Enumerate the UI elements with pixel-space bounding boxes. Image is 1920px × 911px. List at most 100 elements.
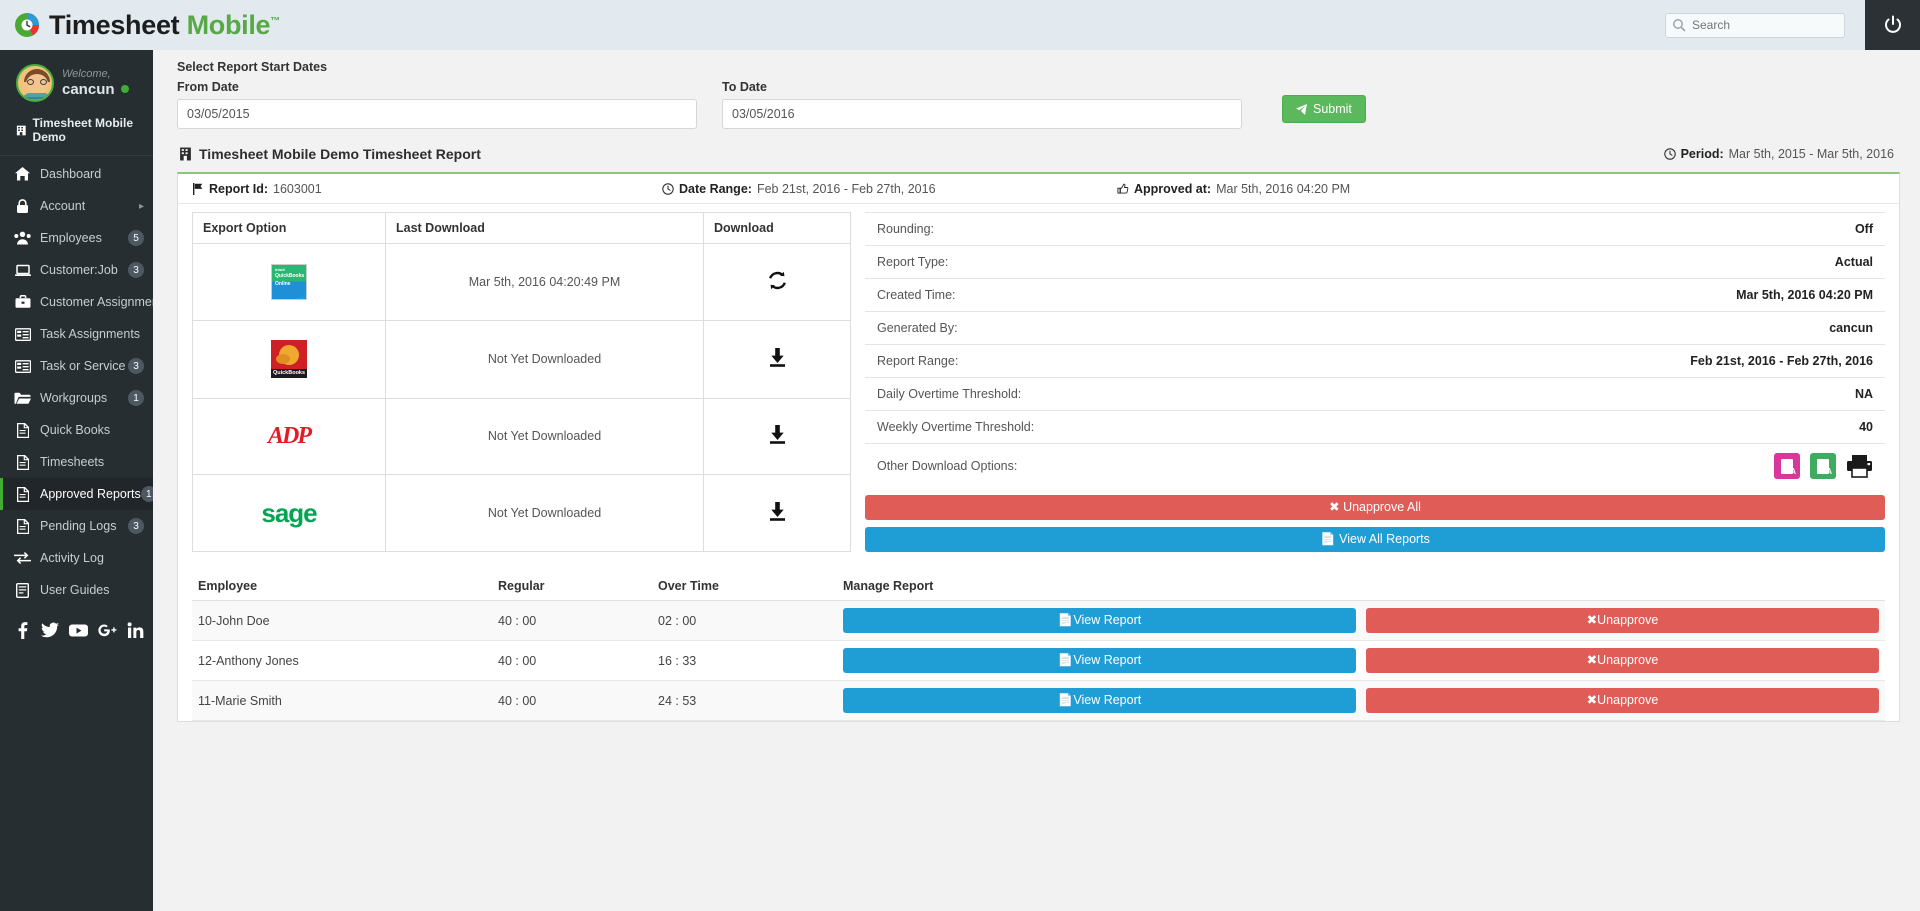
sidebar-item-badge: 3 [128, 518, 144, 534]
clock-icon [662, 183, 674, 195]
download-icon[interactable] [767, 501, 788, 522]
report-info-row: Weekly Overtime Threshold:40 [865, 411, 1885, 444]
unapprove-label: Unapprove [1597, 693, 1658, 707]
sidebar-item-label: Dashboard [40, 167, 101, 181]
sidebar-item-quick-books[interactable]: Quick Books [0, 414, 153, 446]
download-action-cell[interactable] [704, 244, 851, 321]
sidebar-item-label: Activity Log [40, 551, 104, 565]
user-profile-block[interactable]: Welcome, cancun [0, 50, 153, 112]
submit-button[interactable]: Submit [1282, 95, 1366, 123]
download-action-cell[interactable] [704, 398, 851, 475]
from-date-input[interactable] [177, 99, 697, 129]
unapprove-button[interactable]: ✖Unapprove [1366, 608, 1879, 633]
sidebar-item-dashboard[interactable]: Dashboard [0, 158, 153, 190]
view-report-button[interactable]: 📄View Report [843, 608, 1356, 633]
print-icon[interactable] [1846, 454, 1873, 478]
emp-col-overtime: Over Time [652, 572, 837, 601]
sidebar-item-label: Customer Assignments [40, 295, 153, 309]
unapprove-button[interactable]: ✖Unapprove [1366, 648, 1879, 673]
download-action-cell[interactable] [704, 475, 851, 552]
report-info-row: Generated By:cancun [865, 312, 1885, 345]
sidebar-item-pending-logs[interactable]: Pending Logs3 [0, 510, 153, 542]
manage-report-cell: 📄View Report ✖Unapprove [837, 641, 1885, 681]
list-icon [14, 360, 31, 373]
brand-title: Timesheet Mobile™ [49, 10, 280, 41]
sidebar-item-customer-job[interactable]: Customer:Job3 [0, 254, 153, 286]
brand-trademark: ™ [270, 16, 280, 27]
youtube-icon[interactable] [69, 622, 88, 639]
download-action-cell[interactable] [704, 320, 851, 398]
googleplus-icon[interactable] [98, 622, 117, 639]
file-icon: 📄 [1320, 532, 1336, 546]
refresh-icon[interactable] [767, 270, 788, 291]
twitter-icon[interactable] [41, 622, 59, 639]
export-option-cell: intuitQuickBooksOnline [193, 244, 386, 321]
sidebar-item-customer-assignments[interactable]: Customer Assignments [0, 286, 153, 318]
download-icon[interactable] [767, 347, 788, 368]
report-id-group: Report Id:1603001 [192, 182, 662, 196]
timesheet-mobile-logo-icon [14, 12, 40, 38]
search-box[interactable] [1665, 13, 1845, 38]
sidebar-item-label: Task Assignments [40, 327, 140, 341]
last-download-cell: Not Yet Downloaded [386, 475, 704, 552]
download-icon[interactable] [767, 424, 788, 445]
linkedin-icon[interactable] [127, 622, 144, 639]
company-name-row[interactable]: Timesheet Mobile Demo [0, 112, 153, 156]
power-icon [1883, 15, 1903, 35]
manage-report-cell: 📄View Report ✖Unapprove [837, 601, 1885, 641]
home-icon [14, 167, 31, 181]
unapprove-button[interactable]: ✖Unapprove [1366, 688, 1879, 713]
sidebar-item-workgroups[interactable]: Workgroups1 [0, 382, 153, 414]
export-col-option: Export Option [193, 213, 386, 244]
logout-power-button[interactable] [1865, 0, 1920, 50]
sidebar-item-timesheets[interactable]: Timesheets [0, 446, 153, 478]
report-period-group: Period: Mar 5th, 2015 - Mar 5th, 2016 [1664, 147, 1894, 161]
unapprove-all-icon: ✖ [1329, 500, 1339, 514]
brand-logo-area[interactable]: Timesheet Mobile™ [0, 10, 280, 41]
approved-at-group: Approved at:Mar 5th, 2016 04:20 PM [1117, 182, 1350, 196]
sidebar-item-task-assignments[interactable]: Task Assignments [0, 318, 153, 350]
unapprove-label: Unapprove [1597, 653, 1658, 667]
to-date-input[interactable] [722, 99, 1242, 129]
view-all-reports-button[interactable]: 📄 View All Reports [865, 527, 1885, 552]
sidebar-item-activity-log[interactable]: Activity Log [0, 542, 153, 574]
view-report-label: View Report [1073, 613, 1141, 627]
view-report-button[interactable]: 📄View Report [843, 688, 1356, 713]
to-date-label: To Date [722, 80, 1242, 94]
from-date-label: From Date [177, 80, 697, 94]
submit-button-label: Submit [1313, 102, 1352, 116]
report-period-label: Period: [1681, 147, 1724, 161]
report-period-value: Mar 5th, 2015 - Mar 5th, 2016 [1729, 147, 1894, 161]
export-excel-icon[interactable]: A [1810, 453, 1836, 479]
view-report-button[interactable]: 📄View Report [843, 648, 1356, 673]
sidebar-item-label: Timesheets [40, 455, 104, 469]
facebook-icon[interactable] [14, 622, 31, 639]
date-range-value: Feb 21st, 2016 - Feb 27th, 2016 [757, 182, 936, 196]
welcome-label: Welcome, [62, 68, 129, 81]
sidebar-item-task-or-service[interactable]: Task or Service3 [0, 350, 153, 382]
sidebar-item-account[interactable]: Account▸ [0, 190, 153, 222]
unapprove-all-button[interactable]: ✖ Unapprove All [865, 495, 1885, 520]
report-info-label: Generated By: [865, 312, 1341, 345]
view-report-label: View Report [1073, 653, 1141, 667]
report-info-value: Mar 5th, 2016 04:20 PM [1341, 279, 1885, 312]
sidebar-item-badge: 1 [128, 390, 144, 406]
close-icon: ✖ [1587, 693, 1597, 707]
adp-logo: ADP [203, 423, 375, 450]
view-all-reports-label: View All Reports [1339, 532, 1430, 546]
sidebar-item-approved-reports[interactable]: Approved Reports1 [0, 478, 153, 510]
overtime-hours-cell: 02 : 00 [652, 601, 837, 641]
sidebar-item-badge: 1 [141, 486, 153, 502]
sidebar-item-user-guides[interactable]: User Guides [0, 574, 153, 606]
sidebar-item-employees[interactable]: Employees5 [0, 222, 153, 254]
manage-report-cell: 📄View Report ✖Unapprove [837, 681, 1885, 721]
company-name-text: Timesheet Mobile Demo [33, 116, 153, 144]
employee-name-cell: 12-Anthony Jones [192, 641, 492, 681]
sidebar-item-badge: 3 [128, 262, 144, 278]
export-pdf-icon[interactable]: A [1774, 453, 1800, 479]
avatar [16, 64, 54, 102]
unapprove-label: Unapprove [1597, 613, 1658, 627]
search-input[interactable] [1665, 13, 1845, 38]
export-col-download: Download [704, 213, 851, 244]
regular-hours-cell: 40 : 00 [492, 641, 652, 681]
